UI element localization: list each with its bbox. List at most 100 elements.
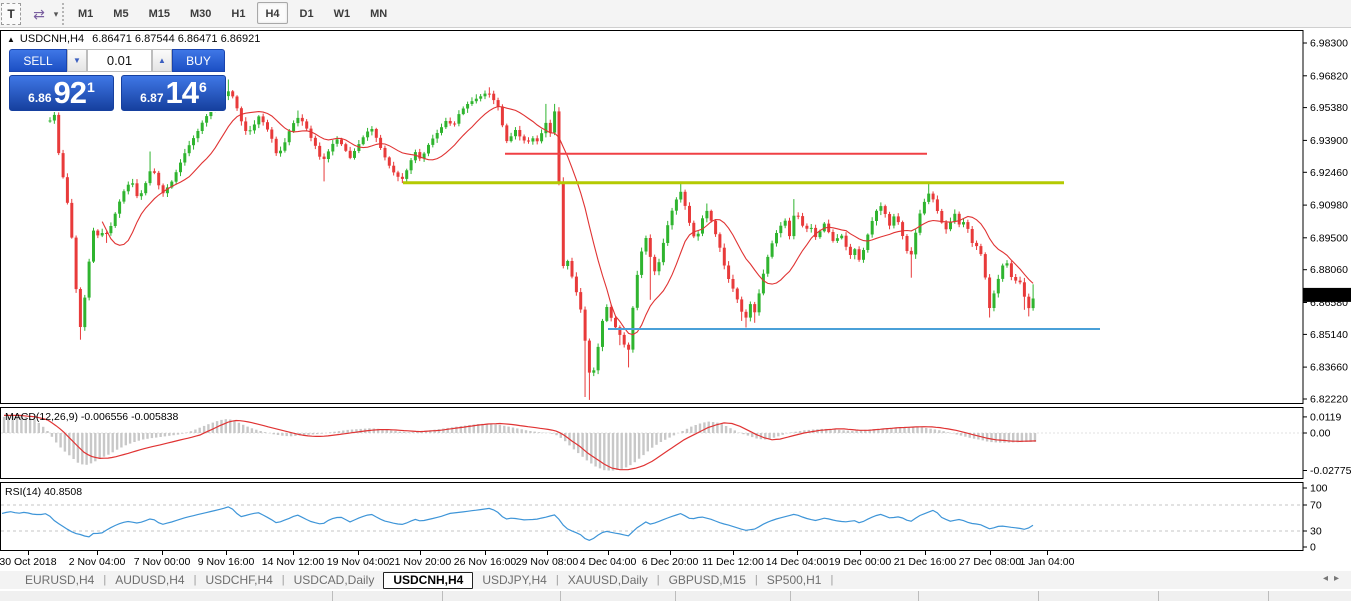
tab-scroll-arrows[interactable]: ◂▸ [1323,573,1345,584]
chart-tab-EURUSD[interactable]: EURUSD,H4 [16,572,103,588]
buy-price-panel[interactable]: 6.87 14 6 [121,75,226,111]
toolbar: T ⇄ ▾ M1M5M15M30H1H4D1W1MN [0,0,1351,28]
chart-tab-USDJPY[interactable]: USDJPY,H4 [473,572,555,588]
time-tick [358,551,359,555]
buy-button[interactable]: BUY [172,49,225,72]
svg-text:6.83660: 6.83660 [1310,362,1348,374]
timeframe-button-M30[interactable]: M30 [182,2,219,24]
chart-tab-bar: EURUSD,H4|AUDUSD,H4|USDCHF,H4|USDCAD,Dai… [0,571,1351,589]
ohlc-values: 6.86471 6.87544 6.86471 6.86921 [92,33,260,45]
timeframe-button-MN[interactable]: MN [362,2,395,24]
time-label: 21 Nov 20:00 [389,556,451,568]
svg-text:6.92460: 6.92460 [1310,167,1348,179]
status-pane-separator [675,591,676,601]
svg-text:6.96820: 6.96820 [1310,70,1348,82]
status-pane-separator [1038,591,1039,601]
tab-strip: EURUSD,H4|AUDUSD,H4|USDCHF,H4|USDCAD,Dai… [16,571,833,589]
status-pane-separator [332,591,333,601]
status-pane-separator [1268,591,1269,601]
svg-text:6.82220: 6.82220 [1310,394,1348,405]
time-label: 29 Nov 08:00 [516,556,578,568]
svg-text:RSI(14) 40.8508: RSI(14) 40.8508 [5,486,82,498]
timeframe-button-M1[interactable]: M1 [70,2,101,24]
svg-text:MACD(12,26,9) -0.006556 -0.005: MACD(12,26,9) -0.006556 -0.005838 [5,411,179,423]
status-pane-separator [1158,591,1159,601]
svg-text:100: 100 [1310,483,1328,495]
time-tick [28,551,29,555]
chart-title: ▲ USDCNH,H4 6.86471 6.87544 6.86471 6.8692… [7,33,260,45]
buy-price-pips: 14 [166,76,198,109]
sell-button[interactable]: SELL [9,49,67,72]
time-label: 4 Dec 04:00 [580,556,637,568]
time-label: 11 Dec 12:00 [702,556,764,568]
svg-text:6.95380: 6.95380 [1310,102,1348,114]
status-bar [0,590,1351,601]
volume-input[interactable]: 0.01 [87,49,152,72]
timeframe-button-H1[interactable]: H1 [223,2,253,24]
timeframe-button-M15[interactable]: M15 [141,2,178,24]
svg-text:30: 30 [1310,526,1322,538]
timeframe-toolbar: M1M5M15M30H1H4D1W1MN [68,2,397,24]
toolbar-separator [62,3,65,25]
time-label: 14 Dec 04:00 [766,556,828,568]
time-label: 26 Nov 16:00 [454,556,516,568]
svg-text:0.00: 0.00 [1310,428,1331,440]
chart-tab-XAUUSD[interactable]: XAUUSD,Daily [559,572,657,588]
svg-text:-0.027754: -0.027754 [1310,465,1351,477]
chart-tab-GBPUSD[interactable]: GBPUSD,M15 [660,572,755,588]
time-label: 7 Nov 00:00 [134,556,191,568]
volume-increase-button[interactable]: ▲ [152,49,172,72]
status-pane-separator [918,591,919,601]
tab-scroll-left-icon[interactable]: ◂ [1323,573,1334,584]
symbol-period-label: USDCNH,H4 [20,33,84,45]
svg-text:6.85140: 6.85140 [1310,329,1348,341]
chart-tab-SP500[interactable]: SP500,H1 [758,572,831,588]
macd-indicator-canvas[interactable]: 0.0119 0.00 -0.027754 MACD(12,26,9) -0.0065… [0,407,1351,479]
sell-price-panel[interactable]: 6.86 92 1 [9,75,114,111]
time-label: 27 Dec 08:00 [959,556,1021,568]
time-tick [162,551,163,555]
chart-tab-USDCAD[interactable]: USDCAD,Daily [285,572,384,588]
svg-text:6.88060: 6.88060 [1310,264,1348,276]
sell-price-prefix: 6.86 [28,91,51,105]
time-label: 9 Nov 16:00 [198,556,255,568]
svg-text:6.86921: 6.86921 [1308,289,1346,301]
timeframe-button-H4[interactable]: H4 [257,2,287,24]
time-tick [925,551,926,555]
timeframe-button-W1[interactable]: W1 [326,2,359,24]
timeframe-button-D1[interactable]: D1 [292,2,322,24]
time-tick [226,551,227,555]
rsi-indicator-canvas[interactable]: 10070300RSI(14) 40.8508 [0,482,1351,551]
time-tick [485,551,486,555]
status-pane-separator [560,591,561,601]
status-pane-separator [442,591,443,601]
time-label: 21 Dec 16:00 [894,556,956,568]
text-tool-icon[interactable]: T [1,3,21,25]
chart-tab-USDCHF[interactable]: USDCHF,H4 [196,572,281,588]
volume-decrease-button[interactable]: ▼ [67,49,87,72]
time-axis[interactable]: 30 Oct 20182 Nov 04:007 Nov 00:009 Nov 1… [0,551,1351,571]
chart-tab-USDCNH[interactable]: USDCNH,H4 [383,572,473,589]
time-label: 6 Dec 20:00 [642,556,699,568]
time-tick [797,551,798,555]
time-tick [733,551,734,555]
chevron-down-icon[interactable]: ▾ [50,3,62,25]
svg-text:6.98300: 6.98300 [1310,38,1348,50]
timeframe-button-M5[interactable]: M5 [105,2,136,24]
tab-scroll-right-icon[interactable]: ▸ [1334,573,1345,584]
time-tick [97,551,98,555]
arrange-arrows-icon[interactable]: ⇄ [26,3,52,25]
collapse-triangle-icon[interactable]: ▲ [7,35,15,44]
time-tick [420,551,421,555]
svg-text:0.0119: 0.0119 [1310,411,1341,423]
time-tick [608,551,609,555]
svg-text:6.89500: 6.89500 [1310,232,1348,244]
sell-price-pips: 92 [54,76,86,109]
time-tick [990,551,991,555]
buy-price-point: 6 [199,79,207,95]
chart-tab-AUDUSD[interactable]: AUDUSD,H4 [106,572,193,588]
time-label: 2 Nov 04:00 [69,556,126,568]
time-tick [547,551,548,555]
one-click-trading-widget: SELL ▼ 0.01 ▲ BUY 6.86 92 1 6.87 14 6 [8,48,227,112]
time-tick [293,551,294,555]
